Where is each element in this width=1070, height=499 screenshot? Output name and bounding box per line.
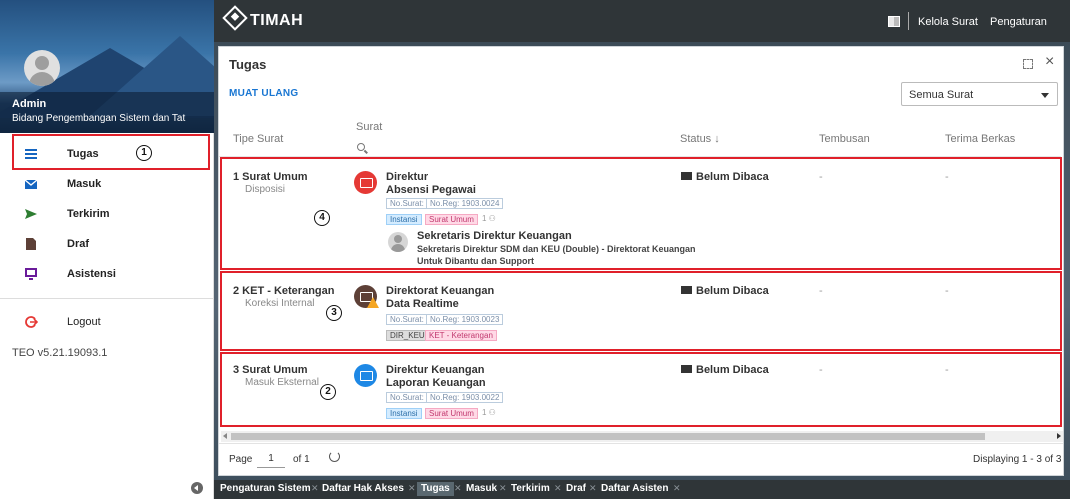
close-icon[interactable]: ✕ <box>408 483 416 494</box>
close-icon[interactable]: × <box>1045 54 1054 70</box>
divider <box>0 298 214 299</box>
profile-banner: Admin Bidang Pengembangan Sistem dan Tat <box>0 0 214 133</box>
tab-pengaturan-sistem[interactable]: Pengaturan Sistem <box>220 483 311 494</box>
kelola-surat-link[interactable]: Kelola Surat <box>918 16 978 28</box>
search-icon[interactable] <box>357 143 365 151</box>
logout-button[interactable]: Logout <box>0 307 214 337</box>
tab-daftar-asisten[interactable]: Daftar Asisten <box>601 483 668 494</box>
sidebar-item-label: Terkirim <box>67 208 110 220</box>
scroll-left-icon[interactable] <box>223 433 227 439</box>
user-unit: Bidang Pengembangan Sistem dan Tat <box>12 113 186 124</box>
maximize-icon[interactable] <box>1023 59 1033 69</box>
refresh-icon[interactable] <box>329 451 340 462</box>
scroll-right-icon[interactable] <box>1057 433 1061 439</box>
avatar[interactable] <box>24 50 60 86</box>
sidebar-item-terkirim[interactable]: Terkirim <box>0 199 214 229</box>
highlight-box-row-3 <box>220 352 1062 427</box>
inbox-mail-icon <box>24 179 38 189</box>
column-header-tembusan[interactable]: Tembusan <box>819 133 870 145</box>
callout-badge-3: 3 <box>326 305 342 321</box>
bottom-tab-bar: Pengaturan Sistem ✕ Daftar Hak Akses ✕ T… <box>214 480 1070 499</box>
tab-draf[interactable]: Draf <box>566 483 586 494</box>
sidebar-item-masuk[interactable]: Masuk <box>0 169 214 199</box>
divider <box>908 12 909 30</box>
column-header-surat[interactable]: Surat <box>356 121 382 133</box>
sidebar-item-draf[interactable]: Draf <box>0 229 214 259</box>
chevron-down-icon <box>1041 93 1049 98</box>
callout-badge-1: 1 <box>136 145 152 161</box>
collapse-sidebar-button[interactable] <box>191 482 203 494</box>
callout-badge-4: 4 <box>314 210 330 226</box>
close-icon[interactable]: ✕ <box>673 483 681 494</box>
callout-badge-2: 2 <box>320 384 336 400</box>
logout-icon <box>25 316 38 328</box>
scrollbar-thumb[interactable] <box>231 433 985 440</box>
draft-file-icon <box>26 238 36 250</box>
tab-terkirim[interactable]: Terkirim <box>511 483 550 494</box>
user-name: Admin <box>12 98 47 110</box>
close-icon[interactable]: ✕ <box>311 483 319 494</box>
close-icon[interactable]: ✕ <box>454 483 462 494</box>
logo-icon <box>222 5 248 31</box>
topbar: TIMAH Kelola Surat Pengaturan <box>214 0 1070 42</box>
sidebar-item-asistensi[interactable]: Asistensi <box>0 259 214 289</box>
pengaturan-link[interactable]: Pengaturan <box>990 16 1047 28</box>
warning-icon <box>367 297 379 308</box>
column-header-terima[interactable]: Terima Berkas <box>945 133 1015 145</box>
filter-value: Semua Surat <box>909 89 974 101</box>
close-icon[interactable]: ✕ <box>554 483 562 494</box>
tab-daftar-hak-akses[interactable]: Daftar Hak Akses <box>322 483 404 494</box>
language-flag-icon[interactable] <box>888 16 900 27</box>
tab-masuk[interactable]: Masuk <box>466 483 497 494</box>
pagination-bar: Page 1 of 1 Displaying 1 - 3 of 3 <box>219 443 1063 475</box>
highlight-box-row-1 <box>220 157 1062 270</box>
reload-button[interactable]: MUAT ULANG <box>229 88 298 99</box>
mail-filter-select[interactable]: Semua Surat <box>901 82 1058 106</box>
tab-tugas[interactable]: Tugas <box>417 482 454 496</box>
monitor-icon <box>25 268 37 280</box>
highlight-box-tugas <box>12 134 210 170</box>
send-icon <box>25 209 37 219</box>
sidebar-item-label: Asistensi <box>67 268 116 280</box>
sidebar: Admin Bidang Pengembangan Sistem dan Tat… <box>0 0 214 499</box>
highlight-box-row-2 <box>220 271 1062 351</box>
app-version: TEO v5.21.19093.1 <box>12 347 108 359</box>
page-number-input[interactable]: 1 <box>257 450 285 468</box>
close-icon[interactable]: ✕ <box>589 483 597 494</box>
tugas-panel: Tugas × MUAT ULANG Semua Surat Tipe Sura… <box>218 46 1064 476</box>
panel-title: Tugas <box>229 57 267 72</box>
page-label: Page <box>229 454 253 465</box>
logout-label: Logout <box>67 316 101 328</box>
sidebar-item-label: Draf <box>67 238 90 250</box>
column-header-tipe[interactable]: Tipe Surat <box>233 133 283 145</box>
page-count: of 1 <box>293 454 310 465</box>
horizontal-scrollbar[interactable] <box>221 431 1063 442</box>
sidebar-item-label: Masuk <box>67 178 102 190</box>
brand-logo[interactable]: TIMAH <box>222 5 304 31</box>
display-info: Displaying 1 - 3 of 3 <box>973 454 1062 465</box>
close-icon[interactable]: ✕ <box>499 483 507 494</box>
brand-name: TIMAH <box>250 12 304 29</box>
column-header-status[interactable]: Status ↓ <box>680 133 720 145</box>
